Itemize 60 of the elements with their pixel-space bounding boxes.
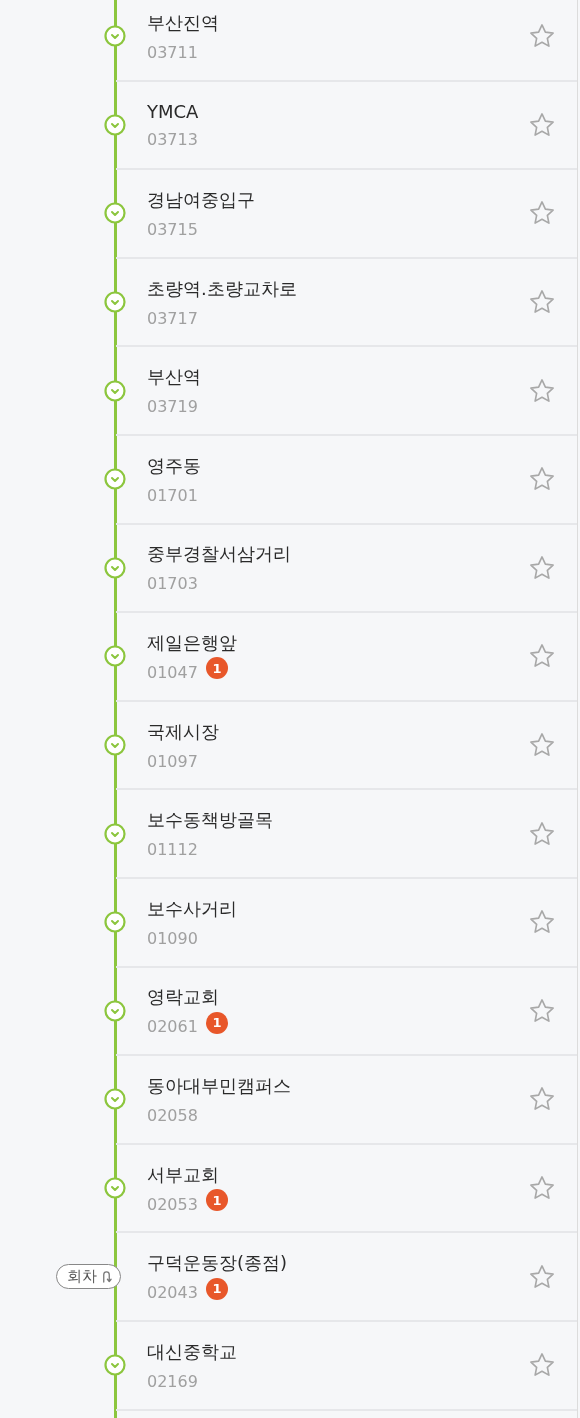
star-icon[interactable] [528, 110, 556, 139]
stop-code: 01112 [147, 840, 198, 860]
count-badge: 1 [205, 1011, 228, 1034]
stop-dot-icon [104, 822, 126, 845]
stop-name: 경남여중입구 [147, 188, 256, 212]
stop-name: YMCA [147, 100, 200, 122]
star-icon[interactable] [528, 1174, 556, 1202]
stop-code: 03711 [147, 42, 198, 62]
stop-code: 02058 [147, 1105, 198, 1125]
stop-name: 보수사거리 [147, 896, 238, 921]
count-badge: 1 [205, 1277, 228, 1300]
stop-name: 보수동책방골목 [147, 808, 274, 833]
star-icon[interactable] [528, 376, 556, 405]
stop-code: 03717 [147, 308, 198, 328]
stop-code: 02053 [147, 1194, 198, 1214]
stop-dot-icon [104, 468, 126, 491]
stop-name: 영주동 [147, 453, 202, 478]
stop-code: 02043 [147, 1283, 198, 1303]
stop-name: 구덕운동장(종점) [147, 1251, 289, 1276]
stop-name: 제일은행앞 [147, 630, 238, 655]
stop-dot-icon [104, 734, 126, 757]
stop-dot-icon [104, 1177, 126, 1199]
stop-dot-icon [104, 999, 126, 1022]
stop-name: 초량역.초량교차로 [147, 276, 298, 301]
stop-dot-icon [104, 1354, 126, 1377]
u-turn-icon [101, 1270, 112, 1284]
count-badge: 1 [205, 1189, 228, 1211]
stop-code: 01703 [147, 574, 198, 594]
stop-dot-icon [104, 291, 126, 314]
star-icon[interactable] [528, 996, 556, 1025]
stop-code: 01047 [147, 662, 198, 682]
star-icon[interactable] [528, 553, 556, 582]
stop-dot-icon [104, 645, 126, 668]
stop-dot-icon [104, 1088, 126, 1111]
stop-code: 02061 [147, 1017, 198, 1037]
star-icon[interactable] [528, 1262, 556, 1291]
stop-name: 서부교회 [147, 1162, 220, 1187]
stop-code: 02169 [147, 1371, 198, 1391]
turnaround-tag: 회차 [56, 1264, 121, 1290]
stop-dot-icon [104, 25, 126, 48]
stop-dot-icon [104, 202, 126, 225]
stop-dot-icon [104, 113, 126, 136]
stop-name: 동아대부민캠퍼스 [147, 1073, 292, 1098]
stop-name: 대신중학교 [147, 1339, 238, 1364]
stop-code: 03713 [147, 129, 198, 149]
stop-dot-icon [104, 379, 126, 402]
stop-name: 국제시장 [147, 719, 220, 744]
star-icon[interactable] [528, 819, 556, 848]
stop-name: 영락교회 [147, 985, 220, 1010]
stop-code: 01097 [147, 751, 198, 771]
stop-code: 01090 [147, 928, 198, 948]
stop-dot-icon [104, 911, 126, 934]
stop-name: 부산역 [147, 365, 202, 390]
stop-name: 부산진역 [147, 10, 220, 35]
stop-dot-icon [104, 556, 126, 579]
stop-code: 03715 [147, 220, 198, 239]
count-badge: 1 [205, 657, 228, 680]
stop-code: 03719 [147, 397, 198, 417]
stop-name: 중부경찰서삼거리 [147, 542, 292, 567]
stop-code: 01701 [147, 485, 198, 505]
